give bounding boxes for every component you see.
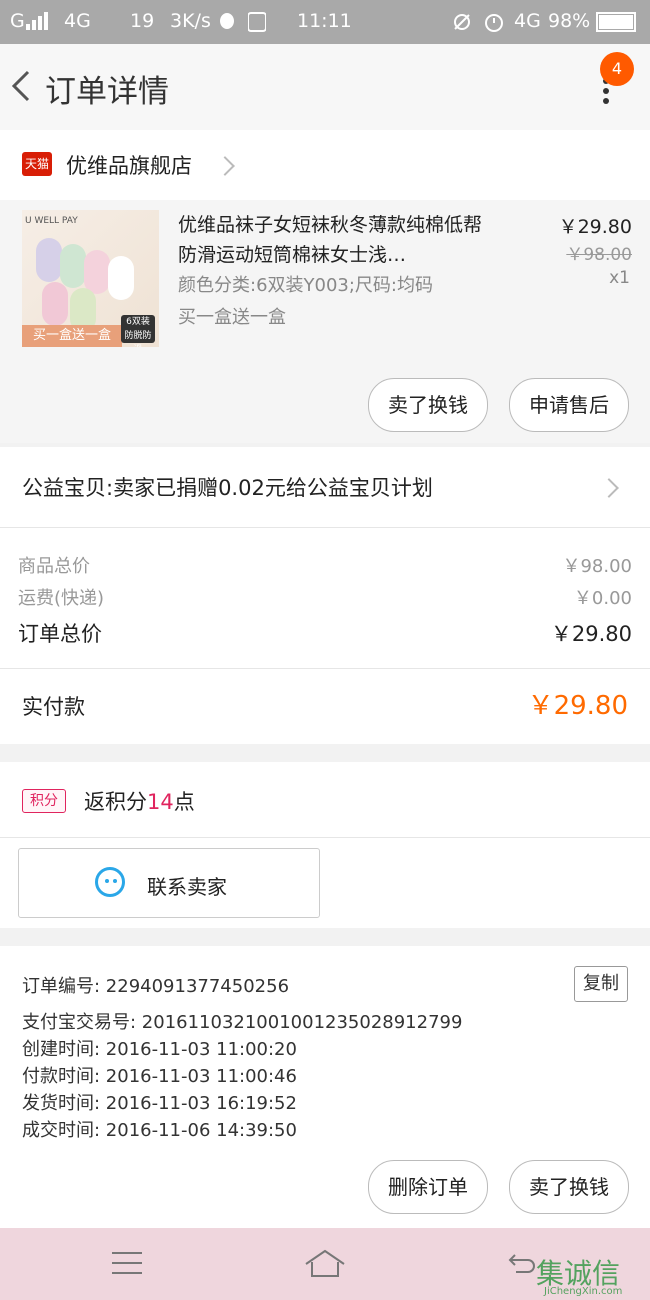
back-icon[interactable]	[8, 66, 34, 106]
watermark-url: JiChengXin.com	[544, 1286, 623, 1297]
sock-shape	[36, 238, 62, 282]
taobao-icon	[247, 12, 267, 37]
delete-order-button[interactable]: 删除订单	[368, 1160, 488, 1214]
contact-seller-label: 联系卖家	[147, 875, 227, 899]
product-image-ribbon: 买一盒送一盒	[22, 325, 122, 347]
product-image-tag: 6双装 防脱防滑	[121, 315, 155, 347]
paid-label: 实付款	[22, 695, 85, 719]
speed-unit-text: 3K/s	[170, 10, 211, 32]
sock-shape	[42, 282, 68, 326]
alarm-icon	[484, 12, 504, 37]
paid-time: 付款时间: 2016-11-03 11:00:46	[22, 1066, 297, 1087]
points-row: 积分 返积分14点	[0, 762, 650, 838]
status-bar: G 4G 19 3K/s 11:11 4G 98%	[0, 0, 650, 44]
chat-icon	[95, 867, 125, 897]
shipped-time: 发货时间: 2016-11-03 16:19:52	[22, 1093, 297, 1114]
order-total-label: 订单总价	[18, 622, 102, 646]
product-image[interactable]: U WELL PAY 买一盒送一盒 6双装 防脱防滑	[22, 210, 159, 347]
signal-icon	[26, 12, 50, 35]
sell-button-bottom[interactable]: 卖了换钱	[509, 1160, 629, 1214]
shipping-label: 运费(快递)	[18, 588, 105, 609]
closed-time: 成交时间: 2016-11-06 14:39:50	[22, 1120, 297, 1141]
speed-text: 19	[130, 10, 155, 32]
sock-shape	[60, 244, 86, 288]
home-icon[interactable]	[304, 1248, 346, 1278]
charity-text: 公益宝贝:卖家已捐赠0.02元给公益宝贝计划	[22, 476, 433, 500]
points-prefix: 返积分	[84, 790, 147, 814]
shop-name: 优维品旗舰店	[66, 154, 192, 178]
product-quantity: x1	[609, 268, 630, 288]
product-original-price: ￥98.00	[566, 245, 632, 265]
contact-seller-button[interactable]: 联系卖家	[18, 848, 320, 918]
sock-shape	[108, 256, 134, 300]
watermark-logo: 集诚信 JiChengXin.com	[536, 1252, 650, 1300]
clock-text: 11:11	[297, 10, 352, 32]
points-count: 14	[147, 790, 174, 814]
order-number: 订单编号: 2294091377450256	[22, 976, 290, 997]
qq-icon	[218, 12, 236, 37]
carrier-text: G	[10, 10, 25, 32]
product-sku: 颜色分类:6双装Y003;尺码:均码 买一盒送一盒	[178, 270, 498, 334]
product-image-tag-main: 6双装	[126, 317, 150, 327]
page-title: 订单详情	[45, 74, 169, 110]
paid-value: ￥29.80	[527, 691, 628, 721]
product-title: 优维品袜子女短袜秋冬薄款纯棉低帮防滑运动短筒棉袜女士浅…	[178, 214, 483, 266]
product-promo-text: 买一盒送一盒	[178, 307, 286, 328]
network-text: 4G	[64, 10, 91, 32]
product-card[interactable]: U WELL PAY 买一盒送一盒 6双装 防脱防滑 优维品袜子女短袜秋冬薄款纯…	[0, 200, 650, 443]
points-text: 返积分14点	[84, 786, 195, 816]
chevron-right-icon	[599, 478, 619, 498]
product-sku-text: 颜色分类:6双装Y003;尺码:均码	[178, 275, 433, 296]
bottom-actions: 删除订单 卖了换钱	[0, 1146, 650, 1228]
paid-amount-row: 实付款 ￥29.80	[0, 669, 650, 744]
order-total-value: ￥29.80	[550, 622, 632, 646]
points-badge: 积分	[22, 789, 66, 813]
battery-text: 98%	[548, 10, 591, 32]
copy-button[interactable]: 复制	[574, 966, 628, 1002]
product-price: ￥29.80	[558, 216, 632, 238]
system-nav-bar: 集诚信 JiChengXin.com	[0, 1228, 650, 1300]
shipping-value: ￥0.00	[573, 588, 632, 609]
notification-badge: 4	[600, 52, 634, 86]
contact-section: 联系卖家	[0, 838, 650, 928]
goods-total-value: ￥98.00	[562, 556, 632, 577]
sock-shape	[84, 250, 110, 294]
menu-icon[interactable]	[112, 1252, 142, 1276]
product-image-tag-sub: 防脱防滑	[124, 331, 152, 347]
points-suffix: 点	[173, 790, 195, 814]
mute-icon	[452, 12, 472, 37]
product-image-brand: U WELL PAY	[25, 216, 78, 226]
alipay-number: 支付宝交易号: 2016110321001001235028912799	[22, 1012, 463, 1033]
shop-row[interactable]: 天猫 优维品旗舰店	[0, 130, 650, 200]
network-right-text: 4G	[514, 10, 541, 32]
battery-icon	[596, 12, 638, 37]
sell-button[interactable]: 卖了换钱	[368, 378, 488, 432]
charity-row[interactable]: 公益宝贝:卖家已捐赠0.02元给公益宝贝计划	[0, 447, 650, 528]
goods-total-label: 商品总价	[18, 556, 90, 577]
nav-bar: 订单详情 4	[0, 44, 650, 130]
chevron-right-icon	[215, 156, 235, 176]
created-time: 创建时间: 2016-11-03 11:00:20	[22, 1039, 297, 1060]
price-summary: 商品总价 ￥98.00 运费(快递) ￥0.00 订单总价 ￥29.80	[0, 528, 650, 669]
after-sale-button[interactable]: 申请售后	[509, 378, 629, 432]
tmall-icon: 天猫	[22, 152, 52, 176]
nav-back-icon[interactable]	[506, 1250, 536, 1278]
order-info: 订单编号: 2294091377450256 复制 支付宝交易号: 201611…	[0, 946, 650, 1146]
